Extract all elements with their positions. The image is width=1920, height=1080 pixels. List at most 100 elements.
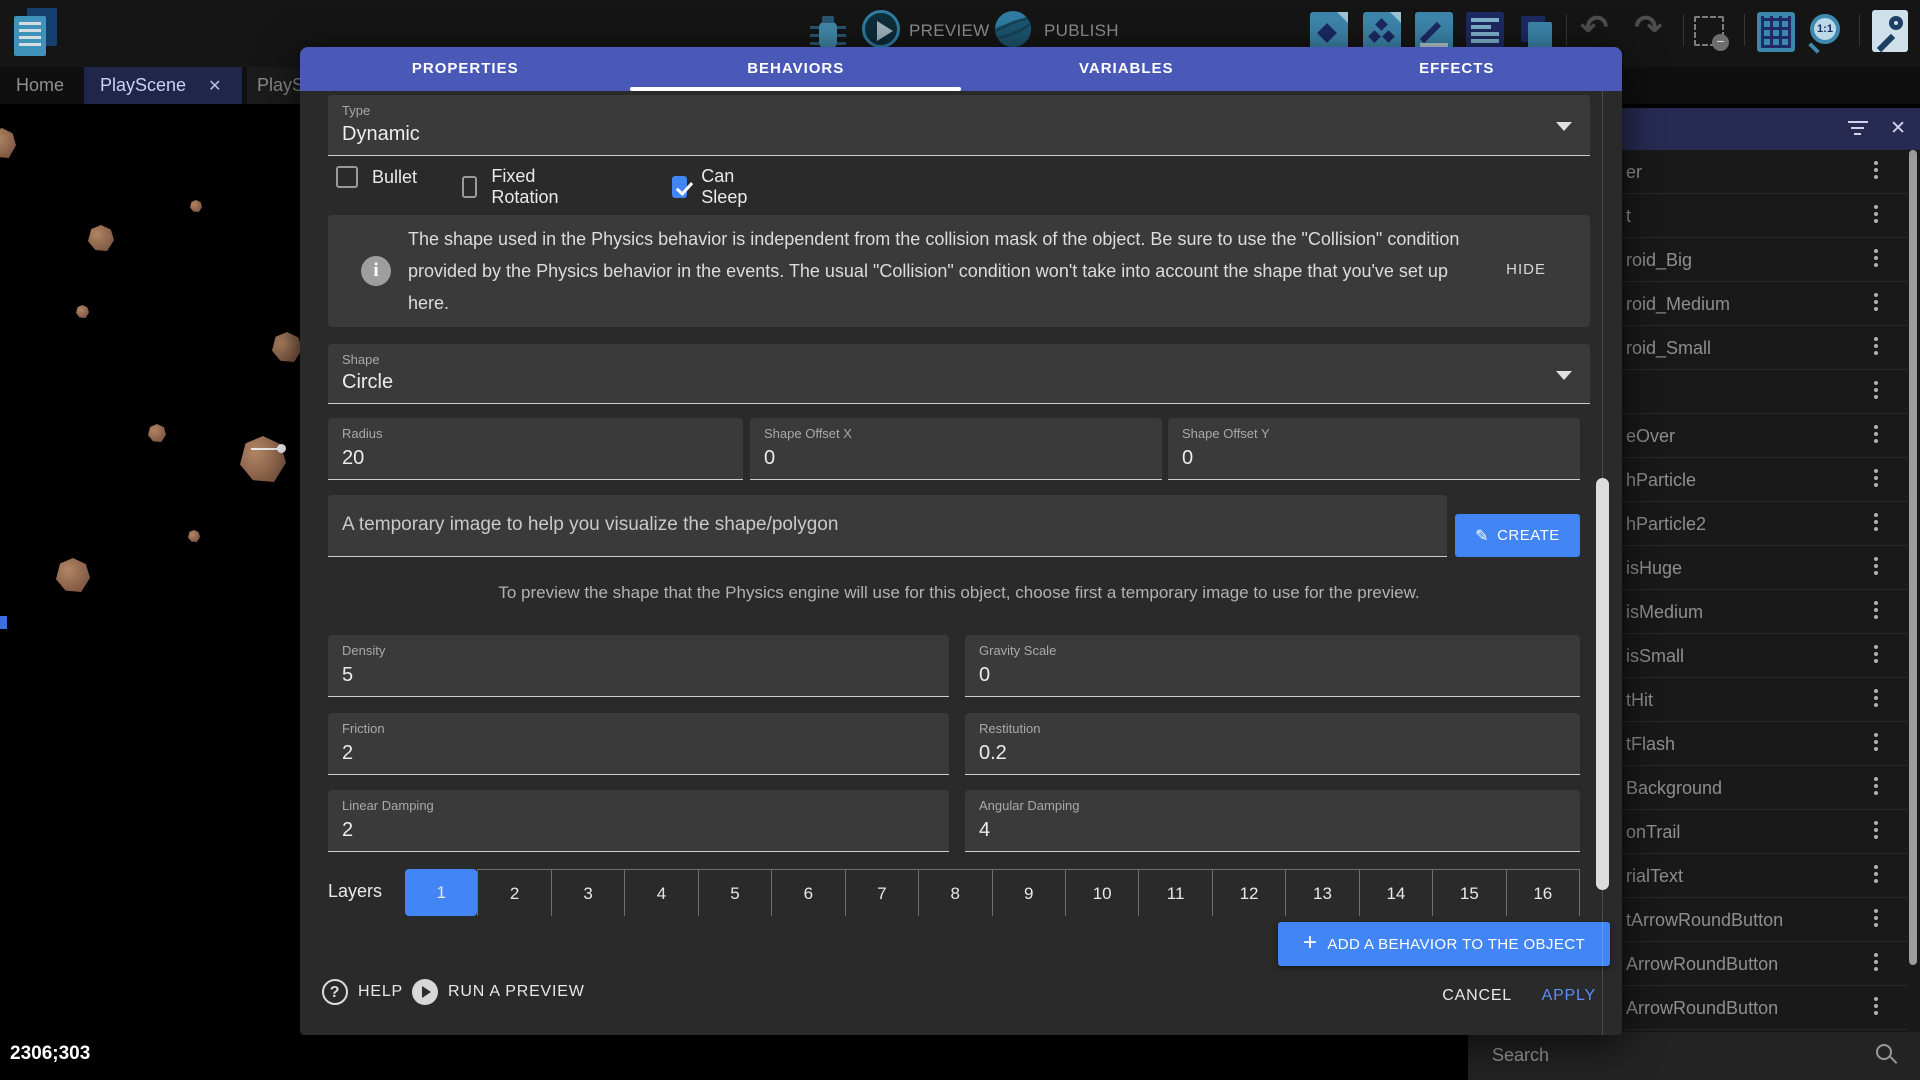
tab-properties[interactable]: PROPERTIES bbox=[300, 47, 631, 91]
preview-button[interactable]: PREVIEW bbox=[909, 21, 990, 41]
layer-option-1[interactable]: 1 bbox=[405, 869, 477, 916]
checkbox-icon[interactable] bbox=[336, 166, 358, 188]
field-value: 0 bbox=[1182, 447, 1193, 470]
scenes-stack-icon[interactable] bbox=[1517, 12, 1555, 52]
layer-option-2[interactable]: 2 bbox=[477, 869, 550, 916]
item-menu-icon[interactable] bbox=[1872, 997, 1880, 1018]
chevron-down-icon bbox=[1556, 122, 1572, 131]
app-menu-icon[interactable] bbox=[14, 8, 60, 58]
layer-option-10[interactable]: 10 bbox=[1065, 869, 1138, 916]
field-label: Restitution bbox=[979, 721, 1040, 736]
layer-option-15[interactable]: 15 bbox=[1432, 869, 1505, 916]
field-label: Friction bbox=[342, 721, 385, 736]
can-sleep-checkbox[interactable]: Can Sleep bbox=[672, 166, 754, 208]
tab-playscene-active[interactable]: PlayScene ✕ bbox=[84, 67, 242, 104]
edit-scene-icon[interactable] bbox=[1415, 12, 1453, 52]
search-input[interactable]: Search bbox=[1492, 1045, 1549, 1066]
linear-damping-input[interactable]: Linear Damping 2 bbox=[328, 790, 949, 852]
run-preview-button[interactable]: RUN A PREVIEW bbox=[412, 979, 585, 1005]
angular-damping-input[interactable]: Angular Damping 4 bbox=[965, 790, 1580, 852]
gravity-scale-input[interactable]: Gravity Scale 0 bbox=[965, 635, 1580, 697]
settings-wrench-icon[interactable] bbox=[1872, 10, 1908, 52]
dialog-scrollbar-thumb[interactable] bbox=[1596, 478, 1609, 890]
item-menu-icon[interactable] bbox=[1872, 249, 1880, 270]
shape-offset-y-input[interactable]: Shape Offset Y 0 bbox=[1168, 418, 1580, 480]
item-menu-icon[interactable] bbox=[1872, 513, 1880, 534]
filter-icon[interactable] bbox=[1848, 121, 1870, 137]
friction-input[interactable]: Friction 2 bbox=[328, 713, 949, 775]
item-menu-icon[interactable] bbox=[1872, 381, 1880, 402]
item-menu-icon[interactable] bbox=[1872, 161, 1880, 182]
layer-option-8[interactable]: 8 bbox=[918, 869, 991, 916]
undo-icon[interactable]: ↶ bbox=[1580, 8, 1609, 48]
events-sheet-icon[interactable] bbox=[1466, 12, 1504, 52]
shape-select[interactable]: Shape Circle bbox=[328, 344, 1590, 404]
redo-icon[interactable]: ↷ bbox=[1634, 8, 1663, 48]
item-menu-icon[interactable] bbox=[1872, 557, 1880, 578]
item-menu-icon[interactable] bbox=[1872, 645, 1880, 666]
shape-offset-x-input[interactable]: Shape Offset X 0 bbox=[750, 418, 1162, 480]
layer-option-5[interactable]: 5 bbox=[698, 869, 771, 916]
temp-image-select[interactable]: A temporary image to help you visualize … bbox=[328, 495, 1447, 557]
close-tab-icon[interactable]: ✕ bbox=[208, 76, 221, 96]
tab-effects[interactable]: EFFECTS bbox=[1292, 47, 1623, 91]
checkbox-icon[interactable] bbox=[672, 176, 687, 198]
item-menu-icon[interactable] bbox=[1872, 469, 1880, 490]
type-select[interactable]: Type Dynamic bbox=[328, 95, 1590, 156]
close-panel-icon[interactable]: ✕ bbox=[1890, 117, 1906, 140]
plus-icon: + bbox=[1303, 929, 1317, 957]
bullet-checkbox[interactable]: Bullet bbox=[336, 166, 417, 188]
checkbox-icon[interactable] bbox=[462, 176, 477, 198]
selection-handle-dot[interactable] bbox=[277, 444, 286, 453]
layer-option-6[interactable]: 6 bbox=[771, 869, 844, 916]
sidebar-scrollbar[interactable] bbox=[1909, 150, 1917, 965]
layer-option-13[interactable]: 13 bbox=[1285, 869, 1358, 916]
apply-button[interactable]: APPLY bbox=[1542, 987, 1596, 1005]
restitution-input[interactable]: Restitution 0.2 bbox=[965, 713, 1580, 775]
item-menu-icon[interactable] bbox=[1872, 733, 1880, 754]
density-input[interactable]: Density 5 bbox=[328, 635, 949, 697]
create-button[interactable]: ✎ CREATE bbox=[1455, 514, 1580, 557]
layer-option-4[interactable]: 4 bbox=[624, 869, 697, 916]
item-menu-icon[interactable] bbox=[1872, 205, 1880, 226]
tab-behaviors[interactable]: BEHAVIORS bbox=[631, 47, 962, 91]
layer-option-12[interactable]: 12 bbox=[1212, 869, 1285, 916]
field-label: Density bbox=[342, 643, 385, 658]
object-groups-icon[interactable] bbox=[1363, 12, 1401, 52]
item-menu-icon[interactable] bbox=[1872, 865, 1880, 886]
object-name: hParticle2 bbox=[1626, 514, 1706, 535]
item-menu-icon[interactable] bbox=[1872, 425, 1880, 446]
item-menu-icon[interactable] bbox=[1872, 293, 1880, 314]
preview-play-icon[interactable] bbox=[862, 10, 900, 48]
asteroid-sprite bbox=[148, 424, 166, 442]
item-menu-icon[interactable] bbox=[1872, 953, 1880, 974]
layer-option-14[interactable]: 14 bbox=[1359, 869, 1432, 916]
debug-icon[interactable] bbox=[807, 12, 849, 52]
tab-variables[interactable]: VARIABLES bbox=[961, 47, 1292, 91]
field-label: Linear Damping bbox=[342, 798, 434, 813]
add-behavior-button[interactable]: + ADD A BEHAVIOR TO THE OBJECT bbox=[1278, 922, 1610, 966]
layer-option-11[interactable]: 11 bbox=[1138, 869, 1211, 916]
publish-globe-icon[interactable] bbox=[995, 11, 1031, 47]
layer-option-3[interactable]: 3 bbox=[551, 869, 624, 916]
layer-option-9[interactable]: 9 bbox=[992, 869, 1065, 916]
radius-input[interactable]: Radius 20 bbox=[328, 418, 743, 480]
zoom-1-1-icon[interactable]: 1:1 bbox=[1806, 12, 1846, 52]
hide-button[interactable]: HIDE bbox=[1506, 261, 1546, 278]
item-menu-icon[interactable] bbox=[1872, 601, 1880, 622]
item-menu-icon[interactable] bbox=[1872, 909, 1880, 930]
item-menu-icon[interactable] bbox=[1872, 777, 1880, 798]
item-menu-icon[interactable] bbox=[1872, 689, 1880, 710]
layer-option-16[interactable]: 16 bbox=[1506, 869, 1580, 916]
item-menu-icon[interactable] bbox=[1872, 337, 1880, 358]
cancel-button[interactable]: CANCEL bbox=[1442, 987, 1512, 1005]
tab-home[interactable]: Home bbox=[0, 67, 80, 104]
layer-option-7[interactable]: 7 bbox=[845, 869, 918, 916]
help-button[interactable]: ? HELP bbox=[322, 979, 403, 1005]
fixed-rotation-checkbox[interactable]: Fixed Rotation bbox=[462, 166, 565, 208]
publish-button[interactable]: PUBLISH bbox=[1044, 21, 1119, 41]
grid-icon[interactable] bbox=[1757, 12, 1795, 52]
item-menu-icon[interactable] bbox=[1872, 821, 1880, 842]
clear-selection-icon[interactable]: − bbox=[1694, 16, 1724, 46]
objects-panel-icon[interactable] bbox=[1310, 12, 1348, 52]
